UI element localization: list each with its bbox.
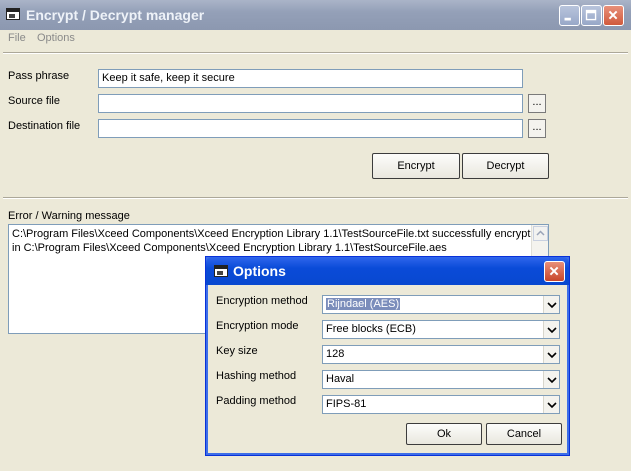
key-size-select[interactable]: 128	[322, 345, 560, 364]
key-size-value: 128	[326, 348, 345, 360]
section-separator	[3, 197, 628, 199]
cancel-button[interactable]: Cancel	[486, 423, 562, 445]
chevron-up-icon	[536, 230, 545, 236]
dropdown-arrow-icon[interactable]	[543, 396, 559, 413]
app-icon	[6, 8, 20, 20]
dropdown-arrow-icon[interactable]	[543, 371, 559, 388]
encryption-method-value: Rijndael (AES)	[326, 298, 401, 310]
pass-phrase-label: Pass phrase	[8, 70, 70, 82]
encrypt-button[interactable]: Encrypt	[372, 153, 460, 179]
window-title: Encrypt / Decrypt manager	[26, 7, 205, 23]
options-dialog: Options Encryption method Rijndael (AES)…	[205, 256, 570, 456]
menu-separator	[3, 52, 628, 54]
message-label: Error / Warning message	[8, 210, 130, 222]
message-line: in C:\Program Files\Xceed Components\Xce…	[12, 242, 447, 254]
encryption-mode-select[interactable]: Free blocks (ECB)	[322, 320, 560, 339]
ok-button[interactable]: Ok	[406, 423, 482, 445]
scroll-up-button[interactable]	[533, 226, 548, 241]
dropdown-arrow-icon[interactable]	[543, 296, 559, 313]
options-dialog-body: Encryption method Rijndael (AES) Encrypt…	[209, 285, 566, 453]
hashing-method-label: Hashing method	[216, 370, 297, 382]
menu-options[interactable]: Options	[37, 32, 75, 44]
destination-file-input[interactable]	[98, 119, 523, 138]
key-size-label: Key size	[216, 345, 258, 357]
minimize-icon	[564, 17, 571, 21]
encryption-method-select[interactable]: Rijndael (AES)	[322, 295, 560, 314]
hashing-method-select[interactable]: Haval	[322, 370, 560, 389]
encryption-mode-label: Encryption mode	[216, 320, 299, 332]
menu-bar: File Options	[0, 30, 631, 48]
padding-method-label: Padding method	[216, 395, 297, 407]
encryption-method-label: Encryption method	[216, 295, 308, 307]
menu-file[interactable]: File	[8, 32, 26, 44]
maximize-icon	[585, 9, 597, 21]
dropdown-arrow-icon[interactable]	[543, 321, 559, 338]
app-icon	[214, 265, 228, 277]
dropdown-arrow-icon[interactable]	[543, 346, 559, 363]
source-file-input[interactable]	[98, 94, 523, 113]
options-dialog-title: Options	[233, 263, 286, 279]
close-icon	[549, 266, 559, 276]
source-file-label: Source file	[8, 95, 60, 107]
encryption-mode-value: Free blocks (ECB)	[326, 323, 416, 335]
close-icon	[608, 10, 618, 20]
destination-file-label: Destination file	[8, 120, 81, 132]
maximize-button[interactable]	[581, 5, 602, 26]
title-bar[interactable]: Encrypt / Decrypt manager	[0, 0, 631, 30]
padding-method-select[interactable]: FIPS-81	[322, 395, 560, 414]
destination-browse-button[interactable]: ...	[528, 119, 546, 138]
options-dialog-titlebar[interactable]: Options	[206, 257, 569, 285]
message-line: C:\Program Files\Xceed Components\Xceed …	[12, 228, 543, 240]
hashing-method-value: Haval	[326, 373, 355, 385]
options-close-button[interactable]	[544, 261, 565, 282]
source-browse-button[interactable]: ...	[528, 94, 546, 113]
close-button[interactable]	[603, 5, 624, 26]
pass-phrase-input[interactable]: Keep it safe, keep it secure	[98, 69, 523, 88]
padding-method-value: FIPS-81	[326, 398, 367, 410]
decrypt-button[interactable]: Decrypt	[462, 153, 549, 179]
minimize-button[interactable]	[559, 5, 580, 26]
